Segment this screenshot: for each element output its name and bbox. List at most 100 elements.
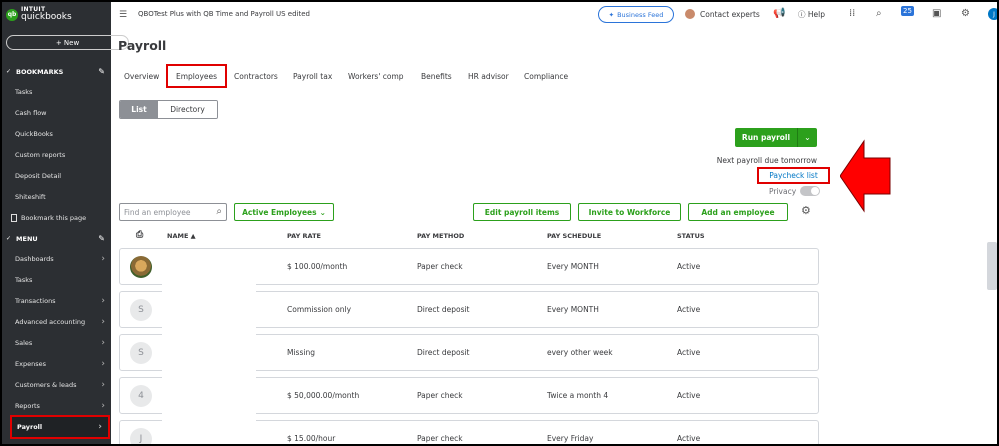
pay-schedule: Twice a month 4: [547, 391, 609, 400]
pay-rate: $ 15.00/hour: [287, 434, 336, 443]
pay-rate: $ 50,000.00/month: [287, 391, 360, 400]
search-icon[interactable]: ⌕: [876, 8, 882, 19]
view-directory-button[interactable]: Directory: [158, 101, 217, 118]
chevron-down-icon[interactable]: ⌄: [797, 128, 817, 147]
chevron-right-icon: ›: [101, 401, 105, 411]
bookmark-item-custom-reports[interactable]: Custom reports: [2, 145, 111, 165]
bookmark-item-tasks[interactable]: Tasks: [2, 82, 111, 102]
hamburger-menu-icon[interactable]: ☰: [119, 10, 127, 20]
employee-search-input[interactable]: Find an employee ⌕: [119, 203, 227, 221]
tab-benefits[interactable]: Benefits: [421, 64, 452, 88]
run-payroll-button[interactable]: Run payroll: [735, 128, 797, 147]
tab-hr-advisor[interactable]: HR advisor: [468, 64, 509, 88]
employee-avatar: 4: [130, 385, 152, 407]
table-settings-gear-icon[interactable]: ⚙: [801, 204, 811, 217]
column-pay-schedule: PAY SCHEDULE: [547, 232, 602, 240]
status: Active: [677, 262, 701, 271]
user-avatar[interactable]: J: [988, 8, 997, 20]
business-feed-button[interactable]: ✦ Business Feed: [598, 6, 674, 23]
employee-status-filter[interactable]: Active Employees ⌄: [234, 203, 334, 221]
redacted-names-area: [162, 283, 256, 444]
chevron-right-icon: ›: [101, 317, 105, 327]
employee-avatar: S: [130, 342, 152, 364]
pay-method: Direct deposit: [417, 305, 470, 314]
menu-item-sales[interactable]: Sales ›: [2, 333, 111, 353]
qb-logo-icon: qb: [6, 8, 18, 21]
chevron-down-icon: ✓: [6, 235, 12, 242]
chevron-right-icon: ›: [101, 296, 105, 306]
menu-item-payroll[interactable]: Payroll ›: [10, 415, 110, 439]
tab-contractors[interactable]: Contractors: [234, 64, 278, 88]
privacy-switch[interactable]: [800, 186, 821, 196]
menu-item-dashboards[interactable]: Dashboards ›: [2, 249, 111, 269]
bookmark-this-page[interactable]: Bookmark this page: [2, 208, 111, 228]
scrollbar-handle[interactable]: [987, 242, 997, 290]
settings-gear-icon[interactable]: ⚙: [961, 8, 970, 19]
notifications-icon[interactable]: 25: [901, 6, 914, 16]
chevron-down-icon: ✓: [6, 68, 12, 75]
top-bar: ☰ QBOTest Plus with QB Time and Payroll …: [111, 2, 997, 28]
view-toggle: List Directory: [119, 100, 218, 119]
contact-experts-button[interactable]: Contact experts: [685, 9, 760, 19]
red-arrow-annotation: [840, 139, 891, 213]
chevron-right-icon: ›: [98, 422, 102, 432]
expert-avatar: [685, 9, 695, 19]
tab-workers-comp[interactable]: Workers' comp: [348, 64, 404, 88]
edit-payroll-items-button[interactable]: Edit payroll items: [473, 203, 571, 221]
pay-schedule: Every Friday: [547, 434, 594, 443]
pay-rate: Commission only: [287, 305, 352, 314]
menu-item-customers-leads[interactable]: Customers & leads ›: [2, 375, 111, 395]
status: Active: [677, 305, 701, 314]
tab-payroll-tax[interactable]: Payroll tax: [293, 64, 332, 88]
pay-rate: $ 100.00/month: [287, 262, 348, 271]
paycheck-list-link[interactable]: Paycheck list: [757, 167, 830, 184]
search-icon: ⌕: [216, 206, 222, 217]
menu-item-reports[interactable]: Reports ›: [2, 396, 111, 416]
pay-schedule: Every MONTH: [547, 262, 599, 271]
sidebar: qb INTUIT quickbooks + New ✓ BOOKMARKS ✎…: [2, 2, 129, 444]
chevron-right-icon: ›: [101, 254, 105, 264]
megaphone-icon[interactable]: 📢: [773, 8, 785, 19]
tab-compliance[interactable]: Compliance: [524, 64, 568, 88]
menu-header[interactable]: ✓ MENU ✎: [2, 230, 111, 247]
status: Active: [677, 434, 701, 443]
bookmark-icon: [11, 214, 17, 222]
table-row[interactable]: $ 100.00/month Paper check Every MONTH A…: [119, 248, 819, 285]
bookmark-item-deposit-detail[interactable]: Deposit Detail: [2, 166, 111, 186]
column-name[interactable]: NAME ▲: [167, 232, 196, 240]
tab-employees[interactable]: Employees: [166, 64, 228, 88]
menu-item-advanced-accounting[interactable]: Advanced accounting ›: [2, 312, 111, 332]
pay-method: Paper check: [417, 262, 463, 271]
bookmarks-header[interactable]: ✓ BOOKMARKS ✎: [2, 63, 111, 80]
chevron-right-icon: ›: [101, 380, 105, 390]
tab-overview[interactable]: Overview: [124, 64, 159, 88]
chevron-right-icon: ›: [101, 338, 105, 348]
new-button[interactable]: + New: [6, 35, 129, 50]
add-employee-button[interactable]: Add an employee: [688, 203, 788, 221]
pay-method: Direct deposit: [417, 348, 470, 357]
privacy-toggle[interactable]: Privacy: [769, 186, 821, 196]
bookmark-item-shiteshift[interactable]: Shiteshift: [2, 187, 111, 207]
page-title: Payroll: [118, 38, 167, 53]
column-pay-rate: PAY RATE: [287, 232, 321, 240]
clipboard-icon[interactable]: ▣: [932, 8, 941, 19]
pay-method: Paper check: [417, 391, 463, 400]
help-button[interactable]: ⓘ Help: [798, 9, 825, 20]
bookmark-item-quickbooks[interactable]: QuickBooks: [2, 124, 111, 144]
app-window: qb INTUIT quickbooks + New ✓ BOOKMARKS ✎…: [2, 2, 997, 444]
view-list-button[interactable]: List: [120, 101, 158, 118]
apps-grid-icon[interactable]: ⁞⁞: [849, 8, 855, 19]
employee-avatar: S: [130, 299, 152, 321]
column-status: STATUS: [677, 232, 705, 240]
print-icon[interactable]: ⎙: [136, 230, 143, 240]
invite-to-workforce-button[interactable]: Invite to Workforce: [578, 203, 681, 221]
menu-item-tasks[interactable]: Tasks: [2, 270, 111, 290]
quickbooks-logo[interactable]: qb INTUIT quickbooks: [6, 7, 72, 22]
menu-item-expenses[interactable]: Expenses ›: [2, 354, 111, 374]
bookmarks-title: BOOKMARKS: [16, 67, 64, 76]
bookmark-item-cash-flow[interactable]: Cash flow: [2, 103, 111, 123]
edit-bookmarks-icon[interactable]: ✎: [98, 67, 105, 76]
menu-item-transactions[interactable]: Transactions ›: [2, 291, 111, 311]
next-payroll-due: Next payroll due tomorrow: [716, 156, 817, 165]
edit-menu-icon[interactable]: ✎: [98, 234, 105, 243]
